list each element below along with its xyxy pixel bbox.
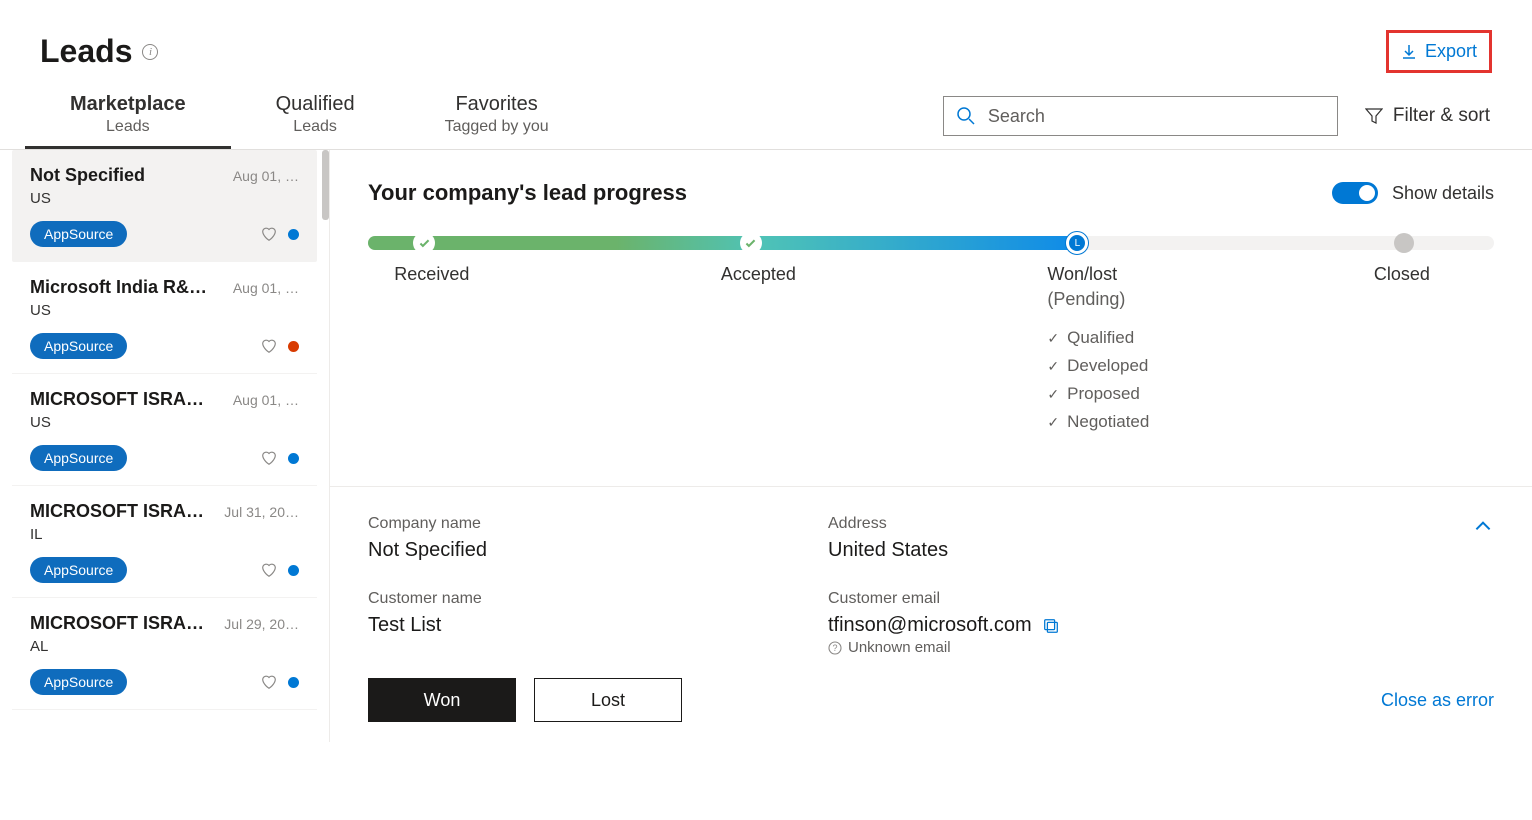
- lead-date: Aug 01, …: [233, 168, 299, 184]
- lead-source-pill: AppSource: [30, 333, 127, 359]
- download-icon: [1401, 44, 1417, 60]
- lead-date: Jul 29, 20…: [224, 616, 299, 632]
- address-value: United States: [828, 539, 1228, 562]
- progress-title: Your company's lead progress: [368, 180, 687, 206]
- lead-detail-panel: Your company's lead progress Show detail…: [330, 150, 1532, 742]
- filter-sort-button[interactable]: Filter & sort: [1363, 101, 1492, 131]
- lead-source-pill: AppSource: [30, 445, 127, 471]
- lead-location: US: [30, 302, 299, 319]
- won-button[interactable]: Won: [368, 678, 516, 722]
- lead-date: Aug 01, …: [233, 392, 299, 408]
- customer-email-label: Customer email: [828, 590, 1228, 608]
- stage-label-wonlost: Won/lost (Pending) Qualified Developed P…: [1047, 264, 1149, 436]
- lead-name: MICROSOFT ISRAE…: [30, 389, 210, 410]
- progress-bar: L: [368, 236, 1494, 250]
- heart-icon[interactable]: [260, 561, 278, 579]
- address-label: Address: [828, 515, 1228, 533]
- svg-text:?: ?: [832, 643, 837, 653]
- stage-marker-wonlost: L: [1066, 232, 1088, 254]
- stage-label-received: Received: [394, 264, 469, 285]
- lead-location: IL: [30, 526, 299, 543]
- lead-location: US: [30, 190, 299, 207]
- lead-source-pill: AppSource: [30, 557, 127, 583]
- stage-marker-accepted: [740, 232, 762, 254]
- lead-item[interactable]: MICROSOFT ISRAE… Aug 01, … US AppSource: [12, 374, 317, 486]
- lead-source-pill: AppSource: [30, 221, 127, 247]
- lead-list: Not Specified Aug 01, … US AppSource Micr…: [0, 150, 330, 742]
- lead-name: MICROSOFT ISRAE…: [30, 501, 210, 522]
- status-dot: [288, 229, 299, 240]
- page-title: Leads: [40, 33, 132, 70]
- customer-name-label: Customer name: [368, 590, 768, 608]
- lead-name: Microsoft India R&…: [30, 277, 207, 298]
- filter-icon: [1365, 107, 1383, 125]
- lead-item[interactable]: Not Specified Aug 01, … US AppSource: [12, 150, 317, 262]
- stage-label-accepted: Accepted: [721, 264, 796, 285]
- search-box[interactable]: [943, 96, 1338, 136]
- lead-date: Aug 01, …: [233, 280, 299, 296]
- heart-icon[interactable]: [260, 225, 278, 243]
- heart-icon[interactable]: [260, 673, 278, 691]
- stage-label-closed: Closed: [1374, 264, 1430, 285]
- chevron-up-icon[interactable]: [1472, 515, 1494, 537]
- email-status: ? Unknown email: [828, 639, 1228, 656]
- status-dot: [288, 677, 299, 688]
- tab-favorites[interactable]: Favorites Tagged by you: [400, 83, 594, 149]
- lead-name: MICROSOFT ISRAE…: [30, 613, 210, 634]
- toggle-label: Show details: [1392, 183, 1494, 204]
- copy-icon[interactable]: [1042, 617, 1060, 635]
- tab-marketplace[interactable]: Marketplace Leads: [25, 83, 231, 149]
- lost-button[interactable]: Lost: [534, 678, 682, 722]
- lead-name: Not Specified: [30, 165, 145, 186]
- close-as-error-link[interactable]: Close as error: [1381, 690, 1494, 711]
- lead-item[interactable]: MICROSOFT ISRAE… Jul 29, 20… AL AppSource: [12, 598, 317, 710]
- status-dot: [288, 341, 299, 352]
- company-name-value: Not Specified: [368, 539, 768, 562]
- tab-qualified[interactable]: Qualified Leads: [231, 83, 400, 149]
- search-input[interactable]: [988, 106, 1325, 127]
- lead-item[interactable]: Microsoft India R&… Aug 01, … US AppSourc…: [12, 262, 317, 374]
- customer-name-value: Test List: [368, 614, 768, 637]
- company-name-label: Company name: [368, 515, 768, 533]
- export-button[interactable]: Export: [1386, 30, 1492, 73]
- lead-item[interactable]: MICROSOFT ISRAE… Jul 31, 20… IL AppSource: [12, 486, 317, 598]
- lead-location: US: [30, 414, 299, 431]
- lead-location: AL: [30, 638, 299, 655]
- stage-marker-closed: [1394, 233, 1414, 253]
- heart-icon[interactable]: [260, 337, 278, 355]
- customer-email-value: tfinson@microsoft.com: [828, 614, 1032, 637]
- stage-checklist: Qualified Developed Proposed Negotiated: [1047, 324, 1149, 436]
- info-icon[interactable]: i: [142, 44, 158, 60]
- lead-source-pill: AppSource: [30, 669, 127, 695]
- status-dot: [288, 453, 299, 464]
- lead-date: Jul 31, 20…: [224, 504, 299, 520]
- heart-icon[interactable]: [260, 449, 278, 467]
- search-icon: [956, 106, 976, 126]
- tab-bar: Marketplace Leads Qualified Leads Favori…: [25, 83, 594, 149]
- question-icon: ?: [828, 641, 842, 655]
- show-details-toggle[interactable]: [1332, 182, 1378, 204]
- export-label: Export: [1425, 41, 1477, 62]
- status-dot: [288, 565, 299, 576]
- stage-marker-received: [413, 232, 435, 254]
